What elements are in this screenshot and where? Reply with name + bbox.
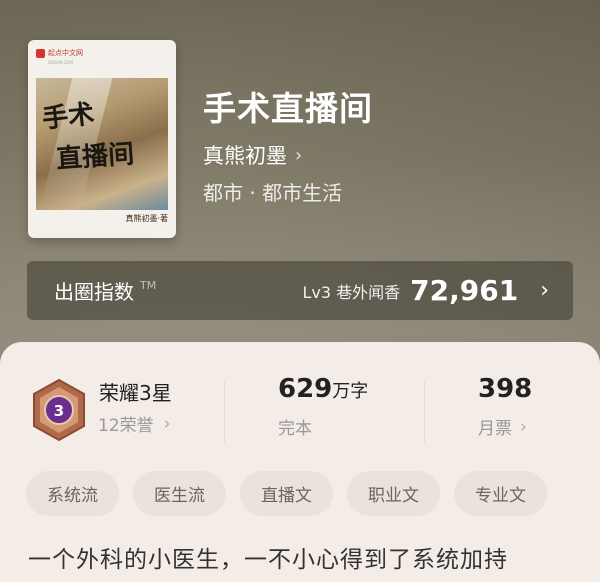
tag-chip[interactable]: 医生流 — [133, 471, 226, 516]
book-description[interactable]: 一个外科的小医生，一不小心得到了系统加持 — [28, 540, 508, 574]
cover-signature: 真熊初墨·著 — [125, 214, 168, 223]
publisher-sub: QIDIAN.COM — [48, 60, 73, 65]
chevron-right-icon: › — [163, 413, 171, 434]
monthly-tickets-value: 398 — [478, 374, 533, 404]
publisher-mark: 起点中文网 — [36, 46, 83, 60]
author-link[interactable]: 真熊初墨 › — [203, 140, 302, 170]
tag-chip[interactable]: 专业文 — [454, 471, 547, 516]
index-score: 72,961 — [410, 274, 519, 307]
divider — [424, 382, 425, 442]
author-name: 真熊初墨 — [203, 144, 287, 168]
divider — [224, 382, 225, 442]
monthly-tickets-label: 月票 — [478, 419, 512, 439]
cover-artwork: 手术 直播间 — [36, 78, 168, 210]
book-title: 手术直播间 — [203, 89, 373, 128]
index-level: Lv3 巷外闻香 — [302, 282, 401, 302]
honor-count-link[interactable]: 12荣誉 › — [98, 411, 171, 437]
publisher-logo-icon — [36, 48, 45, 58]
chevron-right-icon: › — [520, 416, 527, 437]
chevron-right-icon: › — [295, 144, 303, 166]
chevron-right-icon: › — [540, 278, 549, 303]
tag-chip[interactable]: 系统流 — [26, 471, 119, 516]
word-count: 629万字 — [278, 374, 368, 404]
badge-number: 3 — [54, 402, 64, 420]
tag-chip[interactable]: 直播文 — [240, 471, 333, 516]
completion-status: 完本 — [278, 419, 312, 439]
popularity-index-bar[interactable]: 出圈指数 TM Lv3 巷外闻香 72,961 › — [27, 261, 573, 320]
honor-badge-icon[interactable]: 3 — [30, 378, 88, 444]
honor-count: 12荣誉 — [98, 416, 154, 436]
publisher-name: 起点中文网 — [48, 49, 83, 57]
cover-title-line1: 手术 — [40, 99, 96, 135]
word-count-value: 629 — [278, 374, 333, 404]
cover-title-line2: 直播间 — [55, 139, 136, 175]
trademark-mark: TM — [140, 279, 157, 292]
index-label: 出圈指数 — [54, 280, 134, 304]
tag-list: 系统流 医生流 直播文 职业文 专业文 — [26, 471, 547, 516]
book-genre: 都市 · 都市生活 — [203, 181, 343, 205]
book-cover[interactable]: 起点中文网 QIDIAN.COM 手术 直播间 真熊初墨·著 — [28, 40, 176, 238]
monthly-tickets-link[interactable]: 月票 › — [478, 414, 527, 440]
word-count-unit: 万字 — [332, 381, 369, 402]
tag-chip[interactable]: 职业文 — [347, 471, 440, 516]
honor-title[interactable]: 荣耀3星 — [99, 377, 172, 406]
